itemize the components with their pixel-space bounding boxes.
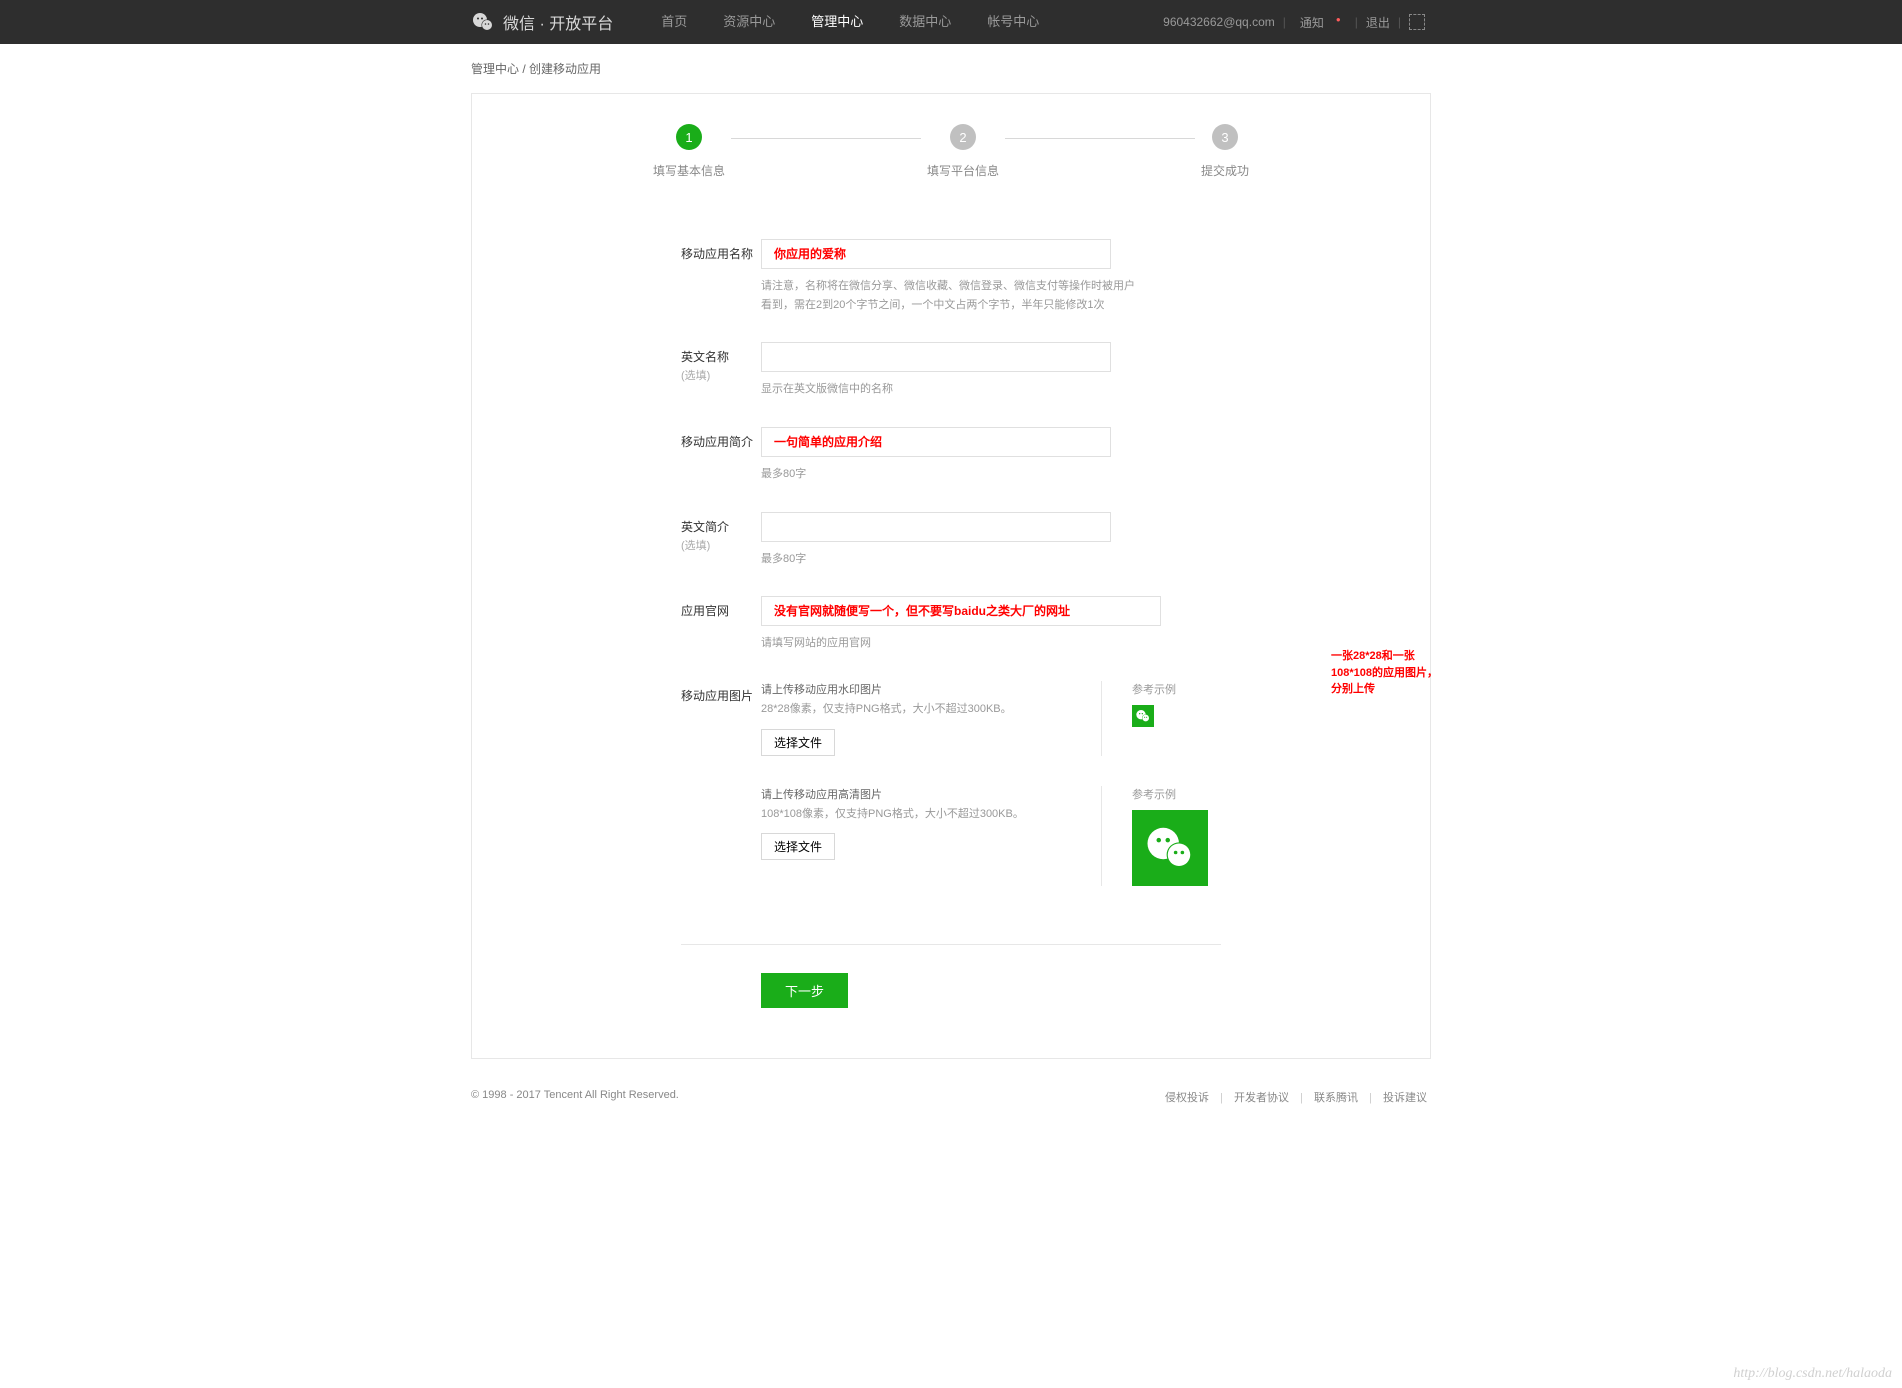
watermark: http://blog.csdn.net/halaoda: [1733, 1366, 1892, 1382]
en-name-hint: 显示在英文版微信中的名称: [761, 380, 1141, 399]
qr-icon[interactable]: [1409, 14, 1425, 30]
app-desc-label: 移动应用简介: [681, 427, 761, 484]
example-large-icon: [1132, 810, 1208, 886]
example-small-icon: [1132, 705, 1154, 727]
step-2-circle: 2: [950, 124, 976, 150]
en-name-label: 英文名称: [681, 348, 761, 365]
app-desc-hint: 最多80字: [761, 465, 1141, 484]
step-3-circle: 3: [1212, 124, 1238, 150]
en-name-sublabel: (选填): [681, 367, 761, 383]
nav-manage[interactable]: 管理中心: [793, 0, 881, 44]
nav-resources[interactable]: 资源中心: [705, 0, 793, 44]
en-desc-input[interactable]: [761, 512, 1111, 542]
upload-small-button[interactable]: 选择文件: [761, 729, 835, 756]
step-2-label: 填写平台信息: [927, 162, 999, 179]
next-button[interactable]: 下一步: [761, 973, 848, 1008]
user-email[interactable]: 960432662@qq.com: [1163, 15, 1275, 29]
step-1-circle: 1: [676, 124, 702, 150]
upload-small-title: 请上传移动应用水印图片: [761, 681, 1081, 697]
logo-area[interactable]: 微信 · 开放平台: [471, 10, 613, 34]
image-annotation: 一张28*28和一张108*108的应用图片，分别上传: [1331, 648, 1441, 698]
main-card: 1 填写基本信息 2 填写平台信息 3 提交成功 移动应用名称 请注意，名称将在…: [471, 93, 1431, 1059]
upload-large-button[interactable]: 选择文件: [761, 833, 835, 860]
nav-data[interactable]: 数据中心: [881, 0, 969, 44]
app-desc-input[interactable]: [761, 427, 1111, 457]
en-name-input[interactable]: [761, 342, 1111, 372]
nav-account[interactable]: 帐号中心: [969, 0, 1057, 44]
website-input[interactable]: [761, 596, 1161, 626]
logout-link[interactable]: 退出: [1366, 14, 1390, 31]
en-desc-label: 英文简介: [681, 518, 761, 535]
footer-link-agreement[interactable]: 开发者协议: [1234, 1092, 1289, 1104]
en-desc-hint: 最多80字: [761, 550, 1141, 569]
step-1-label: 填写基本信息: [653, 162, 725, 179]
app-name-label: 移动应用名称: [681, 239, 761, 314]
step-3-label: 提交成功: [1201, 162, 1249, 179]
nav-home[interactable]: 首页: [643, 0, 705, 44]
breadcrumb: 管理中心 / 创建移动应用: [471, 44, 1431, 93]
main-nav: 首页 资源中心 管理中心 数据中心 帐号中心: [643, 0, 1157, 44]
notification-dot-icon: ●: [1336, 15, 1341, 24]
images-label: 移动应用图片: [681, 681, 761, 916]
example-small-label: 参考示例: [1132, 681, 1221, 697]
notify-link[interactable]: 通知●: [1294, 14, 1347, 31]
app-name-input[interactable]: [761, 239, 1111, 269]
footer-link-contact[interactable]: 联系腾讯: [1314, 1092, 1358, 1104]
upload-large-title: 请上传移动应用高清图片: [761, 786, 1081, 802]
app-name-hint: 请注意，名称将在微信分享、微信收藏、微信登录、微信支付等操作时被用户看到，需在2…: [761, 277, 1141, 314]
website-hint: 请填写网站的应用官网: [761, 634, 1141, 653]
upload-small-desc: 28*28像素，仅支持PNG格式，大小不超过300KB。: [761, 701, 1081, 719]
top-header: 微信 · 开放平台 首页 资源中心 管理中心 数据中心 帐号中心 9604326…: [0, 0, 1902, 44]
wechat-logo-icon: [471, 10, 495, 34]
copyright: © 1998 - 2017 Tencent All Right Reserved…: [471, 1089, 679, 1105]
example-large-label: 参考示例: [1132, 786, 1221, 802]
logo-text: 微信 · 开放平台: [503, 10, 613, 34]
upload-large-desc: 108*108像素，仅支持PNG格式，大小不超过300KB。: [761, 806, 1081, 824]
step-indicator: 1 填写基本信息 2 填写平台信息 3 提交成功: [472, 124, 1430, 239]
website-label: 应用官网: [681, 596, 761, 653]
footer: © 1998 - 2017 Tencent All Right Reserved…: [471, 1089, 1431, 1105]
en-desc-sublabel: (选填): [681, 537, 761, 553]
footer-link-feedback[interactable]: 投诉建议: [1383, 1092, 1427, 1104]
footer-link-complaint[interactable]: 侵权投诉: [1165, 1092, 1209, 1104]
